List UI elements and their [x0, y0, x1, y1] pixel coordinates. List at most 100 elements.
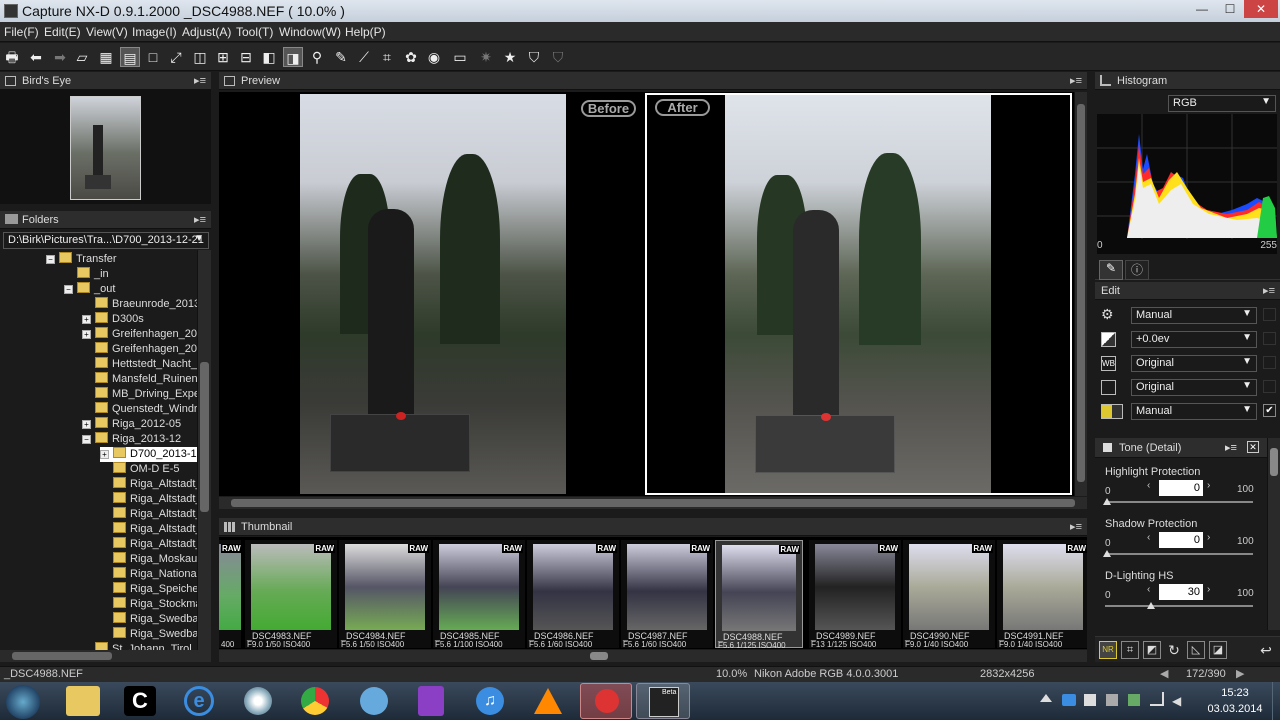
slider-track[interactable] [1105, 553, 1253, 555]
slider-value-input[interactable]: 30 [1159, 584, 1203, 600]
folder-tree-item[interactable]: + D300s [82, 312, 144, 327]
split-v-icon[interactable]: ◧ [259, 47, 279, 67]
thumbnail-item[interactable]: RAW _DSC4988.NEF F5.6 1/125 ISO400 [715, 540, 803, 649]
folder-tree-item[interactable]: Riga_Nationalc [100, 567, 205, 582]
thumbnail-item[interactable]: RAW _DSC4985.NEF F5.6 1/100 ISO400 [433, 540, 525, 649]
checkbox[interactable] [1263, 356, 1276, 369]
expand-icon[interactable]: + [82, 330, 91, 339]
birds-eye-thumbnail[interactable] [70, 96, 141, 200]
tray-usb-icon[interactable] [1106, 694, 1118, 706]
thumbnail-item[interactable]: RAW 400 [219, 540, 242, 649]
rotate-tool-icon[interactable]: ↻ [1165, 641, 1183, 659]
vlc-icon[interactable] [534, 688, 562, 714]
folder-tree-item[interactable]: − Transfer [46, 252, 117, 267]
panel-menu-icon[interactable]: ▸≡ [194, 213, 206, 226]
increment-icon[interactable]: › [1207, 584, 1210, 595]
open-folder-icon[interactable]: ▱ [72, 47, 92, 67]
tray-network-icon[interactable] [1062, 694, 1076, 706]
filter-icon[interactable]: ⛉ [524, 47, 544, 67]
white-balance-select[interactable]: Original ▼ [1131, 355, 1257, 372]
scrollbar-thumb[interactable] [12, 652, 112, 660]
folder-tree-item[interactable]: + Riga_2012-05 [82, 417, 181, 432]
folder-tree-item[interactable]: Riga_Stockma [100, 597, 202, 612]
collapse-icon[interactable]: − [82, 435, 91, 444]
red-eye-icon[interactable]: ◉ [424, 47, 444, 67]
star-icon[interactable]: ★ [500, 47, 520, 67]
folder-tree-item[interactable]: Riga_Altstadt_ [100, 507, 202, 522]
slider-thumb[interactable] [1147, 602, 1156, 609]
slider-value-input[interactable]: 0 [1159, 532, 1203, 548]
expand-icon[interactable]: + [82, 315, 91, 324]
decrement-icon[interactable]: ‹ [1147, 480, 1150, 491]
decrement-icon[interactable]: ‹ [1147, 584, 1150, 595]
nr-tool-icon[interactable]: NR [1099, 641, 1117, 659]
after-pane[interactable]: After [645, 93, 1072, 495]
zoom-icon[interactable]: ⚲ [307, 47, 327, 67]
scrollbar-thumb[interactable] [590, 652, 608, 660]
menu-image[interactable]: Image(I) [132, 25, 177, 39]
folder-tree-item[interactable]: OM-D E-5 [100, 462, 180, 477]
show-desktop-button[interactable] [1272, 682, 1280, 720]
thumbnail-item[interactable]: RAW _DSC4990.NEF F9.0 1/40 ISO400 [903, 540, 995, 649]
folder-tree-item[interactable]: − _out [64, 282, 115, 297]
panel-menu-icon[interactable]: ▸≡ [194, 74, 206, 87]
menu-view[interactable]: View(V) [86, 25, 128, 39]
folder-tree-item[interactable]: Riga_Altstadt_ [100, 537, 202, 552]
preview-hscrollbar[interactable] [219, 497, 1087, 509]
scrollbar-thumb[interactable] [200, 362, 209, 512]
edit-tab-icon[interactable]: ✎ [1099, 260, 1123, 280]
slider-thumb[interactable] [1103, 550, 1111, 557]
collapse-icon[interactable]: − [46, 255, 55, 264]
grid-view-icon[interactable]: ▦ [96, 47, 116, 67]
slider-value-input[interactable]: 0 [1159, 480, 1203, 496]
perspective-tool-icon[interactable]: ◺ [1187, 641, 1205, 659]
back-icon[interactable]: ⬅ [26, 47, 46, 67]
picture-control-select[interactable]: Original ▼ [1131, 379, 1257, 396]
compare-2-icon[interactable]: ◫ [190, 47, 210, 67]
thumbnail-item[interactable]: RAW _DSC4984.NEF F5.6 1/50 ISO400 [339, 540, 431, 649]
retouch-icon[interactable]: ✿ [401, 47, 421, 67]
exposure-select[interactable]: +0.0ev ▼ [1131, 331, 1257, 348]
itunes-icon[interactable]: ♫ [476, 687, 504, 715]
panel-menu-icon[interactable]: ▸≡ [1070, 74, 1082, 87]
menu-file[interactable]: File(F) [4, 25, 39, 39]
folder-tree-item[interactable]: Greifenhagen_201 [82, 342, 203, 357]
curves-tool-icon[interactable]: ◪ [1209, 641, 1227, 659]
folder-tree-item[interactable]: Braeunrode_2013 [82, 297, 200, 312]
slider-thumb[interactable] [1103, 498, 1111, 505]
prev-image-icon[interactable]: ◀ [1160, 667, 1168, 680]
panel-menu-icon[interactable]: ▸≡ [1263, 284, 1275, 297]
folder-tree-item[interactable]: Riga_Swedba [100, 627, 199, 642]
preview-vscrollbar[interactable] [1074, 92, 1087, 496]
compare-4-icon[interactable]: ⊞ [213, 47, 233, 67]
menu-tool[interactable]: Tool(T) [236, 25, 273, 39]
increment-icon[interactable]: › [1207, 532, 1210, 543]
menu-window[interactable]: Window(W) [279, 25, 341, 39]
levels-tool-icon[interactable]: ◩ [1143, 641, 1161, 659]
thumbnail-hscrollbar[interactable] [219, 650, 1087, 662]
folder-tree-item[interactable]: _in [64, 267, 109, 282]
folder-tree-item[interactable]: MB_Driving_Exper [82, 387, 204, 402]
increment-icon[interactable]: › [1207, 480, 1210, 491]
next-image-icon[interactable]: ▶ [1236, 667, 1244, 680]
forward-icon[interactable]: ➡ [50, 47, 70, 67]
folder-tree-scrollbar[interactable] [197, 250, 211, 650]
folder-tree-item[interactable]: Riga_Swedba [100, 612, 199, 627]
minimize-button[interactable]: — [1188, 0, 1216, 18]
menu-adjust[interactable]: Adjust(A) [182, 25, 231, 39]
tone-vscrollbar[interactable] [1267, 438, 1280, 630]
scrollbar-thumb[interactable] [1270, 448, 1278, 476]
folder-tree-item[interactable]: Riga_Speicher [100, 582, 202, 597]
folder-hscrollbar[interactable] [0, 650, 211, 662]
folder-tree-item[interactable]: Hettstedt_Nacht_2 [82, 357, 203, 372]
taskbar-app-active[interactable] [580, 683, 632, 719]
split-h-icon[interactable]: ⊟ [236, 47, 256, 67]
panel-menu-icon[interactable]: ▸≡ [1225, 441, 1237, 454]
slider-track[interactable] [1105, 605, 1253, 607]
close-icon[interactable]: ✕ [1247, 441, 1259, 453]
start-button[interactable] [6, 685, 40, 719]
expand-icon[interactable]: + [100, 450, 109, 459]
collapse-icon[interactable]: − [64, 285, 73, 294]
decrement-icon[interactable]: ‹ [1147, 532, 1150, 543]
thumbnail-item[interactable]: RAW _DSC4991.NEF F9.0 1/40 ISO400 [997, 540, 1087, 649]
